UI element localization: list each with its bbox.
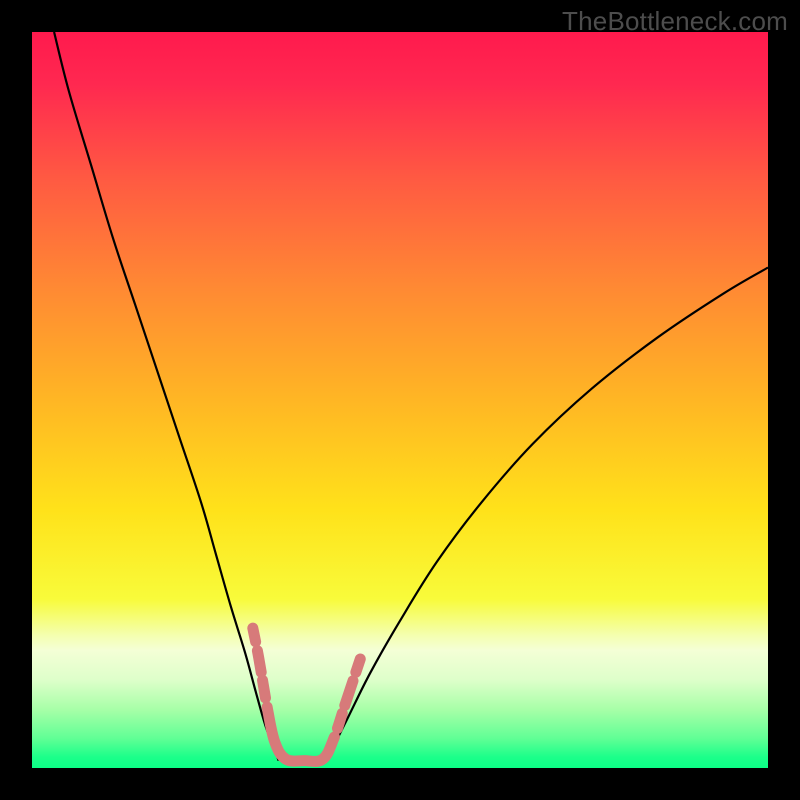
watermark-text: TheBottleneck.com: [562, 6, 788, 37]
plot-area: [32, 32, 768, 768]
gradient-background: [32, 32, 768, 768]
chart-svg: [32, 32, 768, 768]
chart-frame: TheBottleneck.com: [0, 0, 800, 800]
